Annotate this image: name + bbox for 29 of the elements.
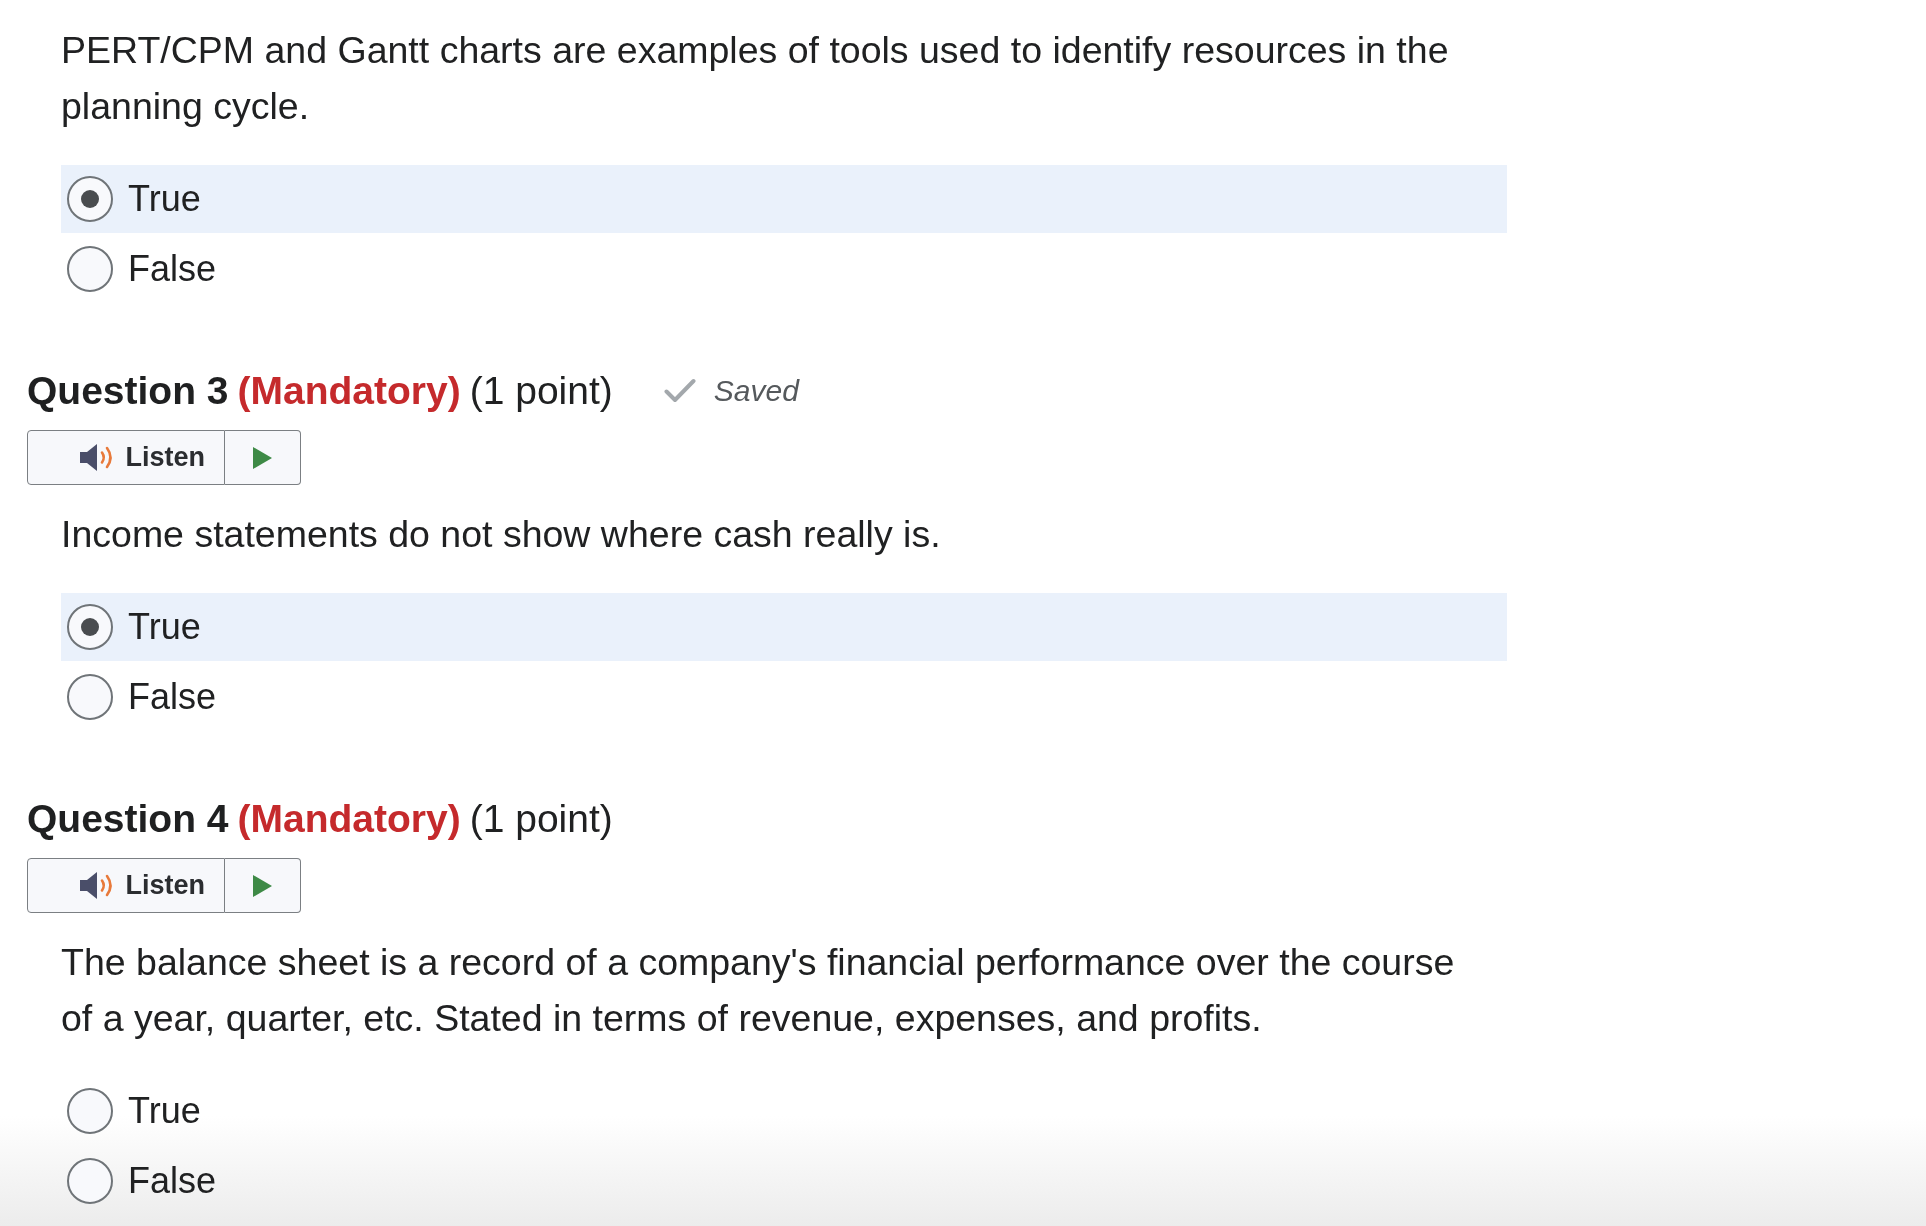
play-button[interactable]: [225, 430, 301, 485]
question-text: The balance sheet is a record of a company's financial performance over the course of a year, quarter, etc. Stated in terms of revenue, expenses, and profits.: [61, 940, 1456, 1041]
answer-option[interactable]: True: [61, 1077, 1507, 1145]
play-icon: [253, 874, 272, 897]
mandatory-label: (Mandatory): [237, 797, 461, 841]
radio-button[interactable]: [67, 1158, 113, 1204]
checkmark-icon: [663, 378, 696, 404]
points-label: (1 point): [469, 369, 613, 413]
question-title: Question 4: [27, 797, 229, 841]
radio-button[interactable]: [67, 604, 113, 650]
play-icon: [253, 446, 272, 469]
radio-button[interactable]: [67, 176, 113, 222]
listen-button[interactable]: Listen: [27, 430, 225, 485]
question-title: Question 3: [27, 369, 229, 413]
question-text: Income statements do not show where cash really is.: [61, 512, 942, 557]
question-text: PERT/CPM and Gantt charts are examples of tools used to identify resources in the planning cycle.: [61, 28, 1450, 129]
answer-option[interactable]: True: [61, 165, 1507, 233]
saved-status: Saved: [713, 374, 799, 408]
answer-option[interactable]: False: [61, 1147, 1507, 1215]
radio-button[interactable]: [67, 674, 113, 720]
points-label: (1 point): [469, 797, 613, 841]
play-button[interactable]: [225, 858, 301, 913]
mandatory-label: (Mandatory): [237, 369, 461, 413]
answer-option[interactable]: False: [61, 663, 1507, 731]
answer-option[interactable]: True: [61, 593, 1507, 661]
answer-option[interactable]: False: [61, 235, 1507, 303]
radio-button[interactable]: [67, 1088, 113, 1134]
listen-button[interactable]: Listen: [27, 858, 225, 913]
radio-button[interactable]: [67, 246, 113, 292]
